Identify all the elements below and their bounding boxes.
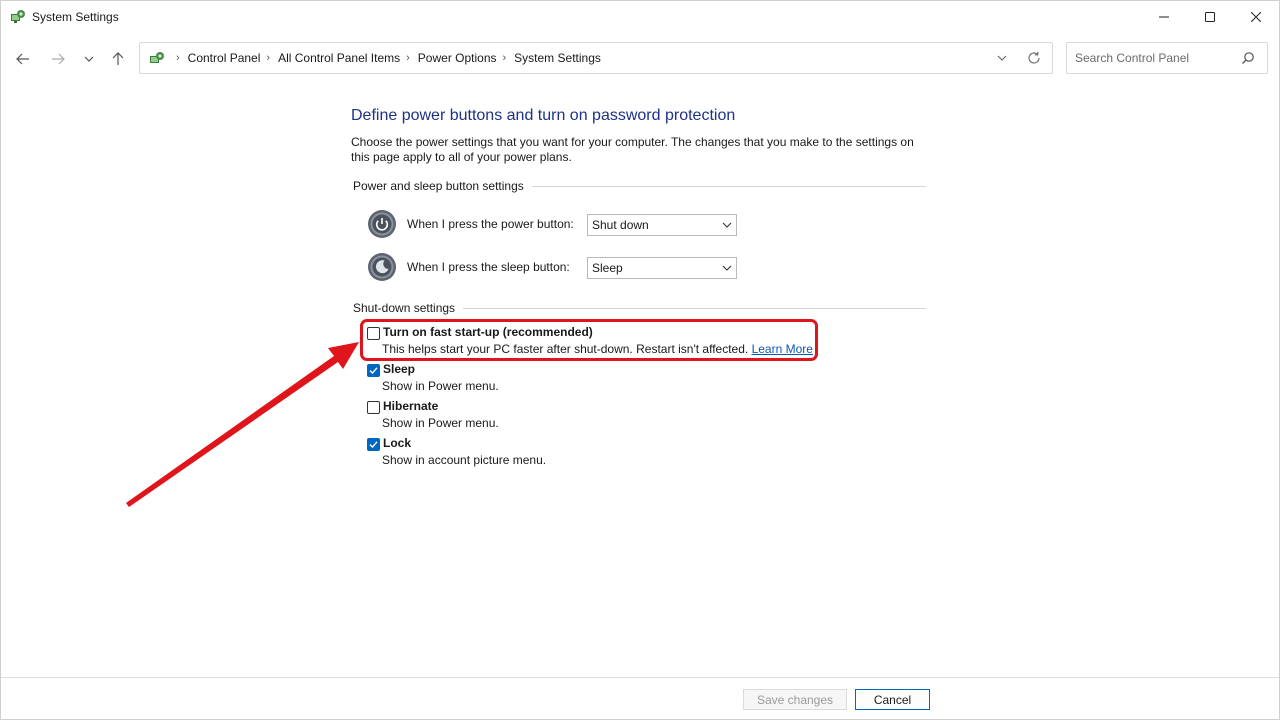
address-bar[interactable]: › Control Panel › All Control Panel Item… (139, 42, 1053, 74)
close-button[interactable] (1233, 1, 1279, 33)
refresh-icon (1028, 51, 1040, 64)
title-bar: System Settings (1, 1, 1279, 33)
back-button[interactable] (11, 47, 35, 71)
search-placeholder: Search Control Panel (1075, 51, 1190, 65)
chevron-right-icon: › (176, 52, 180, 64)
close-icon (1251, 12, 1261, 22)
forward-button[interactable] (46, 47, 70, 71)
breadcrumb-control-panel[interactable]: Control Panel (188, 51, 261, 65)
chevron-down-icon (84, 56, 94, 62)
chevron-down-icon (997, 55, 1007, 61)
arrow-up-icon (112, 52, 124, 65)
refresh-button[interactable] (1026, 50, 1042, 66)
arrow-left-icon (16, 53, 29, 65)
breadcrumb: › Control Panel › All Control Panel Item… (170, 43, 601, 73)
cancel-button[interactable]: Cancel (855, 689, 930, 710)
arrow-right-icon (52, 53, 65, 65)
control-panel-icon (150, 52, 164, 63)
chevron-right-icon[interactable]: › (266, 52, 270, 64)
breadcrumb-system-settings[interactable]: System Settings (514, 51, 601, 65)
breadcrumb-all-items[interactable]: All Control Panel Items (278, 51, 400, 65)
search-icon (1242, 52, 1254, 64)
save-changes-button[interactable]: Save changes (743, 689, 847, 710)
system-settings-window: System Settings › Control Panel › All Co… (0, 0, 1280, 720)
chevron-right-icon[interactable]: › (406, 52, 410, 64)
annotation-arrow (126, 342, 359, 507)
maximize-icon (1205, 12, 1215, 22)
window-title: System Settings (32, 10, 119, 24)
control-panel-icon (11, 10, 25, 23)
breadcrumb-power-options[interactable]: Power Options (418, 51, 497, 65)
footer-bar: Save changes Cancel (1, 677, 1279, 720)
maximize-button[interactable] (1187, 1, 1233, 33)
recent-locations-button[interactable] (77, 47, 101, 71)
main-content: Define power buttons and turn on passwor… (1, 85, 1279, 677)
navigation-bar: › Control Panel › All Control Panel Item… (1, 33, 1279, 85)
address-dropdown-button[interactable] (994, 51, 1010, 65)
chevron-right-icon[interactable]: › (503, 52, 507, 64)
up-button[interactable] (106, 47, 130, 71)
search-input[interactable]: Search Control Panel (1066, 42, 1268, 74)
minimize-icon (1159, 16, 1169, 18)
minimize-button[interactable] (1141, 1, 1187, 33)
